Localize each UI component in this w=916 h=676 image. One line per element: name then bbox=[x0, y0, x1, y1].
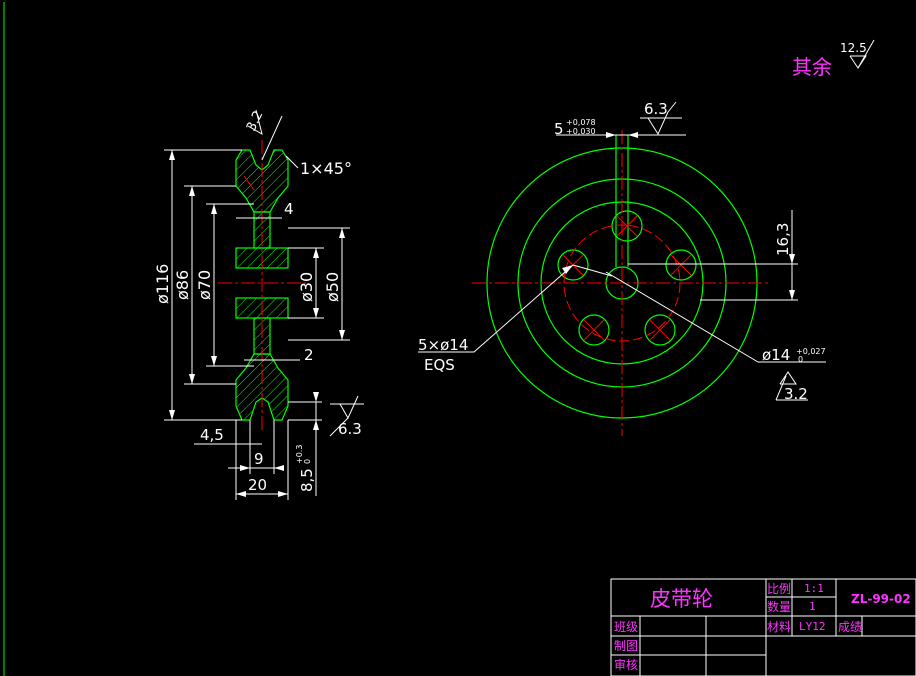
dim-8-5-tol-lower: 0 bbox=[303, 459, 312, 464]
material-value: LY12 bbox=[799, 620, 826, 633]
groove-roughness-value: 3.2 bbox=[244, 109, 266, 134]
scale-label: 比例 bbox=[767, 582, 791, 596]
dim-8-5-label: 8,5 bbox=[298, 468, 316, 492]
scale-value: 1:1 bbox=[804, 582, 824, 595]
front-view: 5 +0,078 +0,030 6.3 16,3 5×ø14 EQS ø14 +… bbox=[418, 100, 826, 436]
dim-50-label: ø50 bbox=[323, 272, 342, 302]
dim-30-label: ø30 bbox=[297, 272, 316, 302]
material-label: 材料 bbox=[767, 620, 791, 634]
keyway-roughness-value: 6.3 bbox=[644, 100, 668, 118]
dim-86-label: ø86 bbox=[173, 270, 192, 300]
general-roughness-value: 12.5 bbox=[840, 41, 867, 55]
holes-label: 5×ø14 bbox=[418, 336, 468, 354]
grade-label: 成绩 bbox=[838, 620, 862, 634]
class-label: 班级 bbox=[614, 620, 638, 634]
cad-drawing-canvas: 3.2 1×45° ø116 ø86 ø70 ø30 ø50 4 2 4,5 9… bbox=[3, 2, 916, 676]
keyway-tol-lower: +0,030 bbox=[566, 127, 596, 136]
holes-eqs-label: EQS bbox=[424, 356, 455, 374]
dim-4-label: 4 bbox=[284, 200, 294, 218]
keyway-tol-upper: +0,078 bbox=[566, 118, 596, 127]
title-block: 皮带轮 比例 1:1 ZL-99-02 数量 1 材料 LY12 成绩 班级 制… bbox=[610, 578, 916, 676]
dim-2-label: 2 bbox=[304, 346, 314, 364]
dim-20-label: 20 bbox=[248, 476, 267, 494]
dim-4-5-label: 4,5 bbox=[200, 426, 224, 444]
general-roughness-label: 其余 bbox=[792, 55, 832, 79]
keyway-width-label: 5 bbox=[554, 120, 564, 138]
keyway-depth-label: 16,3 bbox=[774, 223, 792, 256]
chamfer-label: 1×45° bbox=[300, 159, 352, 178]
general-roughness: 其余 12.5 bbox=[792, 39, 875, 79]
part-name: 皮带轮 bbox=[650, 587, 713, 611]
bore-dim-label: ø14 bbox=[762, 346, 790, 364]
drawn-label: 制图 bbox=[614, 639, 638, 653]
bore-roughness-value: 3.2 bbox=[784, 385, 808, 403]
section-view: 3.2 1×45° ø116 ø86 ø70 ø30 ø50 4 2 4,5 9… bbox=[153, 109, 364, 500]
dim-9-label: 9 bbox=[254, 450, 264, 468]
face-roughness-value: 6.3 bbox=[338, 420, 362, 438]
dim-70-label: ø70 bbox=[195, 270, 214, 300]
bore-tol-lower: 0 bbox=[798, 355, 803, 364]
qty-label: 数量 bbox=[767, 599, 791, 614]
drawing-number: ZL-99-02 bbox=[851, 592, 911, 606]
checked-label: 审核 bbox=[614, 657, 638, 672]
dim-116-label: ø116 bbox=[153, 264, 172, 304]
qty-value: 1 bbox=[809, 600, 816, 613]
